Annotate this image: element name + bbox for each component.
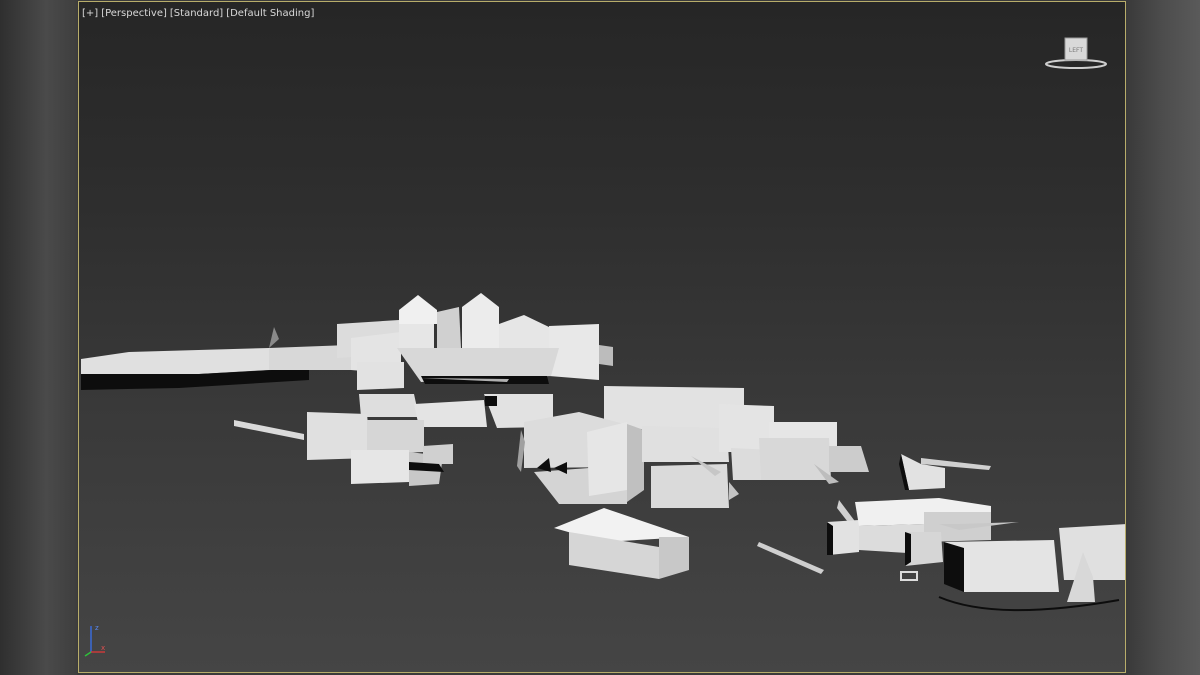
mesh-house-front[interactable] [554, 508, 689, 579]
axis-tripod-icon: z x [84, 624, 105, 657]
right-background-panel [1127, 0, 1200, 675]
scene-geometry[interactable] [79, 2, 1126, 673]
axis-z-label: z [95, 624, 99, 632]
perspective-viewport[interactable]: [+] [Perspective] [Standard] [Default Shadi… [78, 1, 1126, 673]
mesh-long-wall[interactable] [81, 327, 354, 390]
viewcube-icon[interactable]: LEFT [1041, 32, 1111, 74]
mesh-central-district[interactable] [234, 394, 553, 486]
mesh-castle[interactable] [337, 293, 613, 390]
viewcube-face-label: LEFT [1069, 47, 1083, 54]
mesh-market-district[interactable] [517, 386, 869, 508]
axis-x-label: x [101, 644, 105, 652]
mesh-fence-line[interactable] [757, 542, 824, 574]
left-background-panel [0, 0, 77, 675]
mesh-right-cluster[interactable] [827, 454, 1126, 612]
